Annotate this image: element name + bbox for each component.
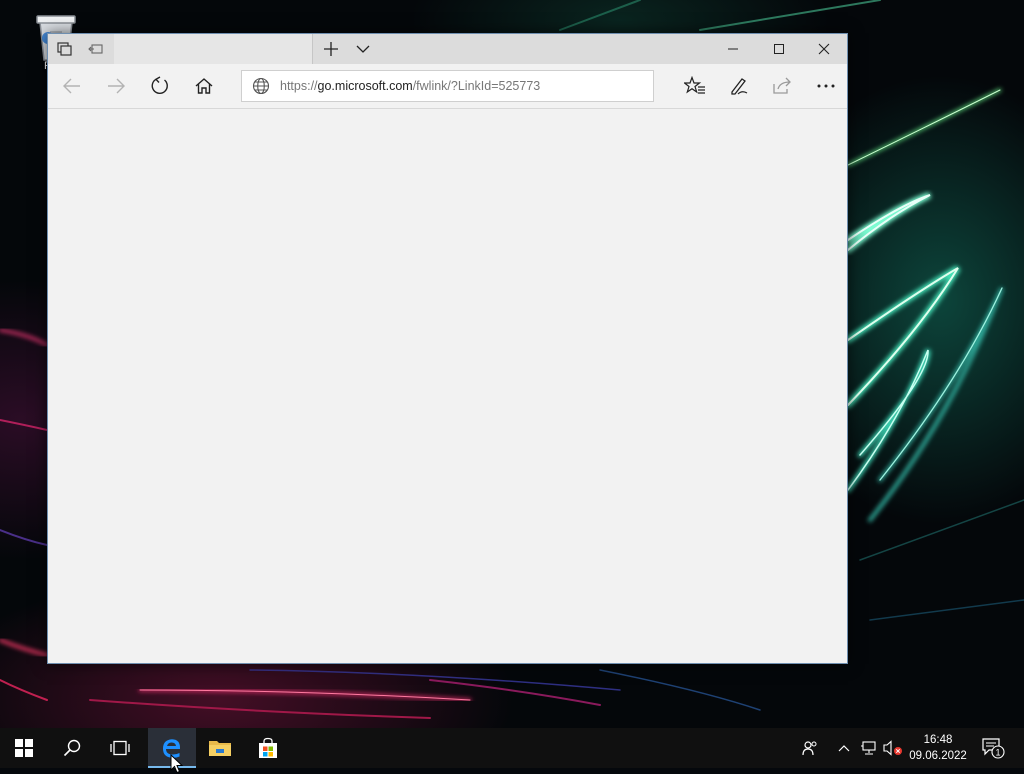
clock-time: 16:48	[923, 734, 953, 746]
page-content[interactable]	[48, 109, 847, 663]
notification-count: 1	[995, 748, 1000, 758]
share-button[interactable]	[760, 64, 804, 108]
task-view-icon	[110, 740, 130, 756]
start-button[interactable]	[0, 728, 48, 768]
tab-list-chevron-icon	[356, 45, 370, 53]
url-host: go.microsoft.com	[317, 79, 413, 93]
set-tabs-aside-button[interactable]	[80, 34, 112, 64]
tab-area[interactable]	[114, 34, 313, 64]
navigation-bar: https://go.microsoft.com/fwlink/?LinkId=…	[48, 64, 847, 109]
people-icon	[802, 741, 817, 756]
minimize-button[interactable]	[710, 34, 756, 64]
show-hidden-chevron-icon	[838, 745, 850, 752]
set-tabs-aside-icon	[88, 44, 103, 54]
file-explorer-button[interactable]	[196, 728, 244, 768]
store-button[interactable]	[244, 728, 292, 768]
forward-arrow-icon	[108, 78, 125, 94]
store-bag-icon	[259, 737, 277, 758]
taskbar: 16:48 09.06.2022 1	[0, 728, 1024, 768]
refresh-button[interactable]	[138, 64, 182, 108]
people-button[interactable]	[796, 728, 824, 768]
action-center-button[interactable]: 1	[978, 728, 1008, 768]
more-button[interactable]	[804, 64, 848, 108]
network-button[interactable]	[858, 728, 880, 768]
windows-logo-icon	[15, 739, 33, 757]
new-tab-button[interactable]	[315, 34, 347, 64]
close-button[interactable]	[801, 34, 847, 64]
notes-pen-icon	[731, 78, 748, 95]
show-hidden-icons-button[interactable]	[834, 728, 854, 768]
tab-list-button[interactable]	[347, 34, 379, 64]
url-path: /fwlink/?LinkId=525773	[412, 79, 541, 93]
clock[interactable]: 16:48 09.06.2022	[904, 732, 972, 764]
address-bar[interactable]: https://go.microsoft.com/fwlink/?LinkId=…	[241, 70, 654, 102]
title-bar[interactable]	[48, 34, 847, 64]
share-icon	[773, 77, 791, 94]
back-arrow-icon	[63, 78, 80, 94]
home-icon	[195, 78, 213, 94]
tab-preview-button[interactable]	[48, 34, 80, 64]
back-button[interactable]	[50, 64, 94, 108]
url-scheme: https://	[280, 79, 318, 93]
notes-button[interactable]	[717, 64, 761, 108]
url-text[interactable]: https://go.microsoft.com/fwlink/?LinkId=…	[280, 79, 540, 93]
tab-preview-icon	[57, 42, 72, 56]
volume-muted-icon	[883, 740, 902, 756]
forward-button[interactable]	[94, 64, 138, 108]
edge-browser-window: https://go.microsoft.com/fwlink/?LinkId=…	[47, 33, 848, 664]
clock-date: 09.06.2022	[909, 750, 967, 762]
refresh-icon	[151, 76, 168, 94]
search-icon	[63, 739, 81, 757]
maximize-icon	[774, 44, 784, 54]
volume-button[interactable]	[882, 728, 904, 768]
search-button[interactable]	[48, 728, 96, 768]
task-view-button[interactable]	[96, 728, 144, 768]
globe-graphic	[252, 77, 270, 95]
notifications-icon: 1	[982, 738, 1005, 759]
minimize-icon	[728, 48, 738, 50]
favorites-star-icon	[684, 76, 705, 94]
new-tab-icon	[324, 42, 338, 56]
globe-icon	[242, 71, 280, 101]
mouse-cursor-icon	[170, 754, 184, 774]
maximize-button[interactable]	[756, 34, 802, 64]
close-icon	[818, 43, 830, 55]
more-ellipsis-icon	[817, 84, 835, 88]
favorites-button[interactable]	[673, 64, 717, 108]
folder-icon	[209, 741, 231, 756]
home-button[interactable]	[182, 64, 226, 108]
network-icon	[861, 741, 876, 755]
